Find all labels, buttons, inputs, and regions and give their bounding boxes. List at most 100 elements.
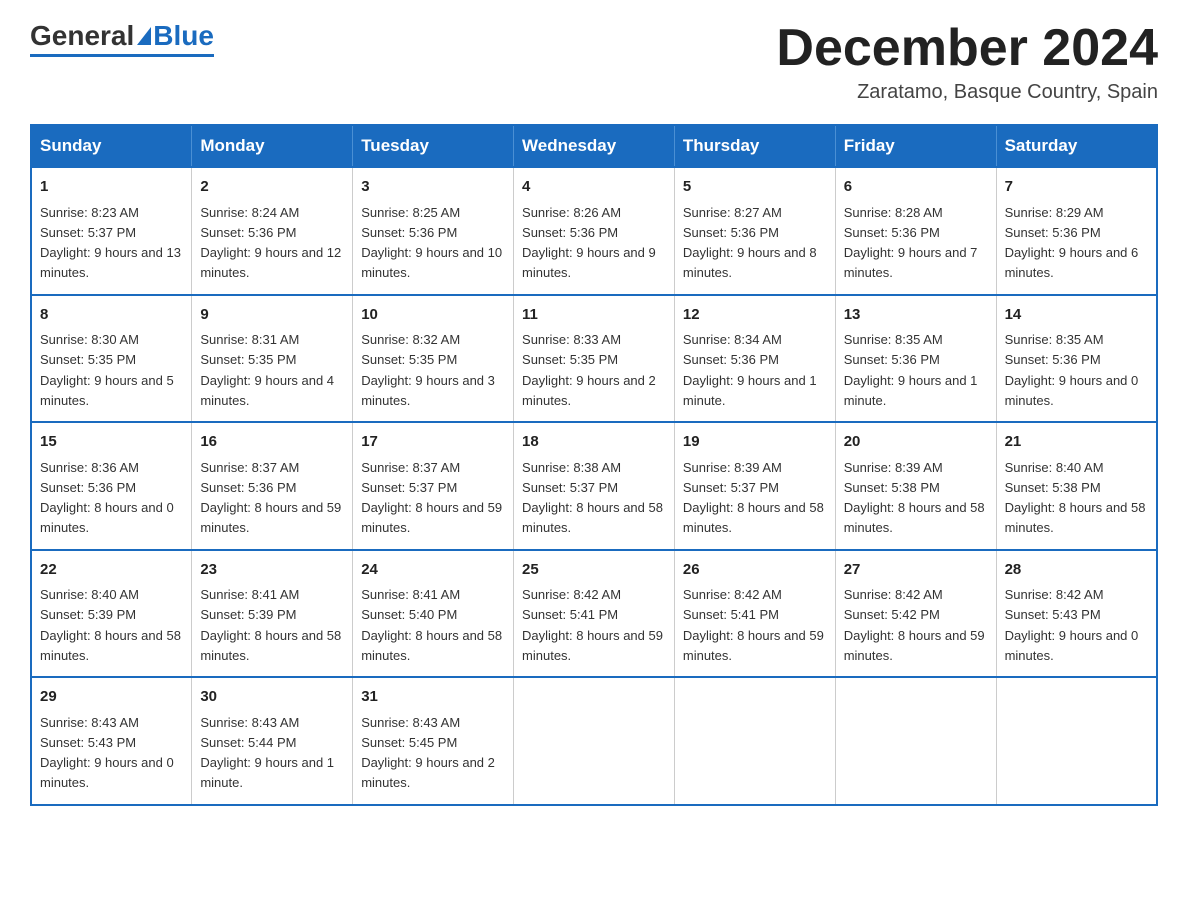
calendar-cell: 9 Sunrise: 8:31 AMSunset: 5:35 PMDayligh… <box>192 295 353 423</box>
calendar-week-row: 22 Sunrise: 8:40 AMSunset: 5:39 PMDaylig… <box>31 550 1157 678</box>
day-info: Sunrise: 8:40 AMSunset: 5:39 PMDaylight:… <box>40 587 181 663</box>
calendar-cell: 28 Sunrise: 8:42 AMSunset: 5:43 PMDaylig… <box>996 550 1157 678</box>
day-info: Sunrise: 8:27 AMSunset: 5:36 PMDaylight:… <box>683 205 817 281</box>
calendar-cell: 29 Sunrise: 8:43 AMSunset: 5:43 PMDaylig… <box>31 677 192 805</box>
page-header: General Blue December 2024 Zaratamo, Bas… <box>30 20 1158 104</box>
day-number: 10 <box>361 304 505 327</box>
day-number: 28 <box>1005 559 1148 582</box>
day-number: 17 <box>361 431 505 454</box>
day-info: Sunrise: 8:39 AMSunset: 5:37 PMDaylight:… <box>683 460 824 536</box>
day-number: 4 <box>522 176 666 199</box>
calendar-cell: 4 Sunrise: 8:26 AMSunset: 5:36 PMDayligh… <box>514 167 675 295</box>
calendar-cell: 19 Sunrise: 8:39 AMSunset: 5:37 PMDaylig… <box>674 422 835 550</box>
calendar-cell <box>674 677 835 805</box>
day-number: 12 <box>683 304 827 327</box>
day-info: Sunrise: 8:42 AMSunset: 5:41 PMDaylight:… <box>522 587 663 663</box>
day-number: 22 <box>40 559 183 582</box>
day-header-friday: Friday <box>835 125 996 167</box>
day-info: Sunrise: 8:36 AMSunset: 5:36 PMDaylight:… <box>40 460 174 536</box>
day-number: 23 <box>200 559 344 582</box>
calendar-cell: 7 Sunrise: 8:29 AMSunset: 5:36 PMDayligh… <box>996 167 1157 295</box>
day-info: Sunrise: 8:40 AMSunset: 5:38 PMDaylight:… <box>1005 460 1146 536</box>
calendar-cell: 3 Sunrise: 8:25 AMSunset: 5:36 PMDayligh… <box>353 167 514 295</box>
day-number: 14 <box>1005 304 1148 327</box>
calendar-cell: 31 Sunrise: 8:43 AMSunset: 5:45 PMDaylig… <box>353 677 514 805</box>
day-info: Sunrise: 8:24 AMSunset: 5:36 PMDaylight:… <box>200 205 341 281</box>
calendar-cell: 17 Sunrise: 8:37 AMSunset: 5:37 PMDaylig… <box>353 422 514 550</box>
day-number: 3 <box>361 176 505 199</box>
day-info: Sunrise: 8:33 AMSunset: 5:35 PMDaylight:… <box>522 332 656 408</box>
calendar-cell: 26 Sunrise: 8:42 AMSunset: 5:41 PMDaylig… <box>674 550 835 678</box>
day-number: 21 <box>1005 431 1148 454</box>
calendar-cell <box>996 677 1157 805</box>
calendar-cell: 10 Sunrise: 8:32 AMSunset: 5:35 PMDaylig… <box>353 295 514 423</box>
logo-triangle-icon <box>137 27 151 45</box>
calendar-cell <box>514 677 675 805</box>
calendar-cell: 16 Sunrise: 8:37 AMSunset: 5:36 PMDaylig… <box>192 422 353 550</box>
day-header-monday: Monday <box>192 125 353 167</box>
day-number: 1 <box>40 176 183 199</box>
day-info: Sunrise: 8:43 AMSunset: 5:43 PMDaylight:… <box>40 715 174 791</box>
calendar-week-row: 15 Sunrise: 8:36 AMSunset: 5:36 PMDaylig… <box>31 422 1157 550</box>
day-number: 24 <box>361 559 505 582</box>
day-number: 29 <box>40 686 183 709</box>
day-info: Sunrise: 8:42 AMSunset: 5:43 PMDaylight:… <box>1005 587 1139 663</box>
calendar-cell: 30 Sunrise: 8:43 AMSunset: 5:44 PMDaylig… <box>192 677 353 805</box>
day-number: 5 <box>683 176 827 199</box>
day-info: Sunrise: 8:23 AMSunset: 5:37 PMDaylight:… <box>40 205 181 281</box>
calendar-cell: 13 Sunrise: 8:35 AMSunset: 5:36 PMDaylig… <box>835 295 996 423</box>
day-number: 31 <box>361 686 505 709</box>
days-header-row: SundayMondayTuesdayWednesdayThursdayFrid… <box>31 125 1157 167</box>
calendar-cell: 12 Sunrise: 8:34 AMSunset: 5:36 PMDaylig… <box>674 295 835 423</box>
day-number: 27 <box>844 559 988 582</box>
calendar-cell: 23 Sunrise: 8:41 AMSunset: 5:39 PMDaylig… <box>192 550 353 678</box>
day-info: Sunrise: 8:43 AMSunset: 5:45 PMDaylight:… <box>361 715 495 791</box>
day-number: 26 <box>683 559 827 582</box>
day-info: Sunrise: 8:42 AMSunset: 5:42 PMDaylight:… <box>844 587 985 663</box>
day-info: Sunrise: 8:42 AMSunset: 5:41 PMDaylight:… <box>683 587 824 663</box>
calendar-cell: 20 Sunrise: 8:39 AMSunset: 5:38 PMDaylig… <box>835 422 996 550</box>
day-info: Sunrise: 8:25 AMSunset: 5:36 PMDaylight:… <box>361 205 502 281</box>
month-title: December 2024 <box>776 20 1158 77</box>
calendar-cell: 18 Sunrise: 8:38 AMSunset: 5:37 PMDaylig… <box>514 422 675 550</box>
day-number: 16 <box>200 431 344 454</box>
day-number: 15 <box>40 431 183 454</box>
day-number: 25 <box>522 559 666 582</box>
title-area: December 2024 Zaratamo, Basque Country, … <box>776 20 1158 104</box>
day-header-thursday: Thursday <box>674 125 835 167</box>
calendar-cell: 24 Sunrise: 8:41 AMSunset: 5:40 PMDaylig… <box>353 550 514 678</box>
day-header-wednesday: Wednesday <box>514 125 675 167</box>
day-number: 30 <box>200 686 344 709</box>
calendar-cell: 15 Sunrise: 8:36 AMSunset: 5:36 PMDaylig… <box>31 422 192 550</box>
day-number: 13 <box>844 304 988 327</box>
day-header-tuesday: Tuesday <box>353 125 514 167</box>
logo-underline <box>30 54 214 57</box>
calendar-cell: 25 Sunrise: 8:42 AMSunset: 5:41 PMDaylig… <box>514 550 675 678</box>
day-info: Sunrise: 8:39 AMSunset: 5:38 PMDaylight:… <box>844 460 985 536</box>
calendar-week-row: 1 Sunrise: 8:23 AMSunset: 5:37 PMDayligh… <box>31 167 1157 295</box>
day-info: Sunrise: 8:41 AMSunset: 5:39 PMDaylight:… <box>200 587 341 663</box>
calendar-cell: 22 Sunrise: 8:40 AMSunset: 5:39 PMDaylig… <box>31 550 192 678</box>
logo: General Blue <box>30 20 214 57</box>
calendar-cell: 1 Sunrise: 8:23 AMSunset: 5:37 PMDayligh… <box>31 167 192 295</box>
calendar-cell: 5 Sunrise: 8:27 AMSunset: 5:36 PMDayligh… <box>674 167 835 295</box>
calendar-cell: 27 Sunrise: 8:42 AMSunset: 5:42 PMDaylig… <box>835 550 996 678</box>
day-header-sunday: Sunday <box>31 125 192 167</box>
calendar-cell <box>835 677 996 805</box>
day-info: Sunrise: 8:31 AMSunset: 5:35 PMDaylight:… <box>200 332 334 408</box>
day-number: 11 <box>522 304 666 327</box>
calendar-week-row: 29 Sunrise: 8:43 AMSunset: 5:43 PMDaylig… <box>31 677 1157 805</box>
day-info: Sunrise: 8:37 AMSunset: 5:37 PMDaylight:… <box>361 460 502 536</box>
day-number: 20 <box>844 431 988 454</box>
calendar-cell: 21 Sunrise: 8:40 AMSunset: 5:38 PMDaylig… <box>996 422 1157 550</box>
day-info: Sunrise: 8:29 AMSunset: 5:36 PMDaylight:… <box>1005 205 1139 281</box>
calendar-table: SundayMondayTuesdayWednesdayThursdayFrid… <box>30 124 1158 806</box>
day-info: Sunrise: 8:28 AMSunset: 5:36 PMDaylight:… <box>844 205 978 281</box>
day-info: Sunrise: 8:43 AMSunset: 5:44 PMDaylight:… <box>200 715 334 791</box>
day-info: Sunrise: 8:26 AMSunset: 5:36 PMDaylight:… <box>522 205 656 281</box>
day-info: Sunrise: 8:35 AMSunset: 5:36 PMDaylight:… <box>844 332 978 408</box>
calendar-cell: 2 Sunrise: 8:24 AMSunset: 5:36 PMDayligh… <box>192 167 353 295</box>
day-number: 6 <box>844 176 988 199</box>
calendar-cell: 8 Sunrise: 8:30 AMSunset: 5:35 PMDayligh… <box>31 295 192 423</box>
day-number: 19 <box>683 431 827 454</box>
